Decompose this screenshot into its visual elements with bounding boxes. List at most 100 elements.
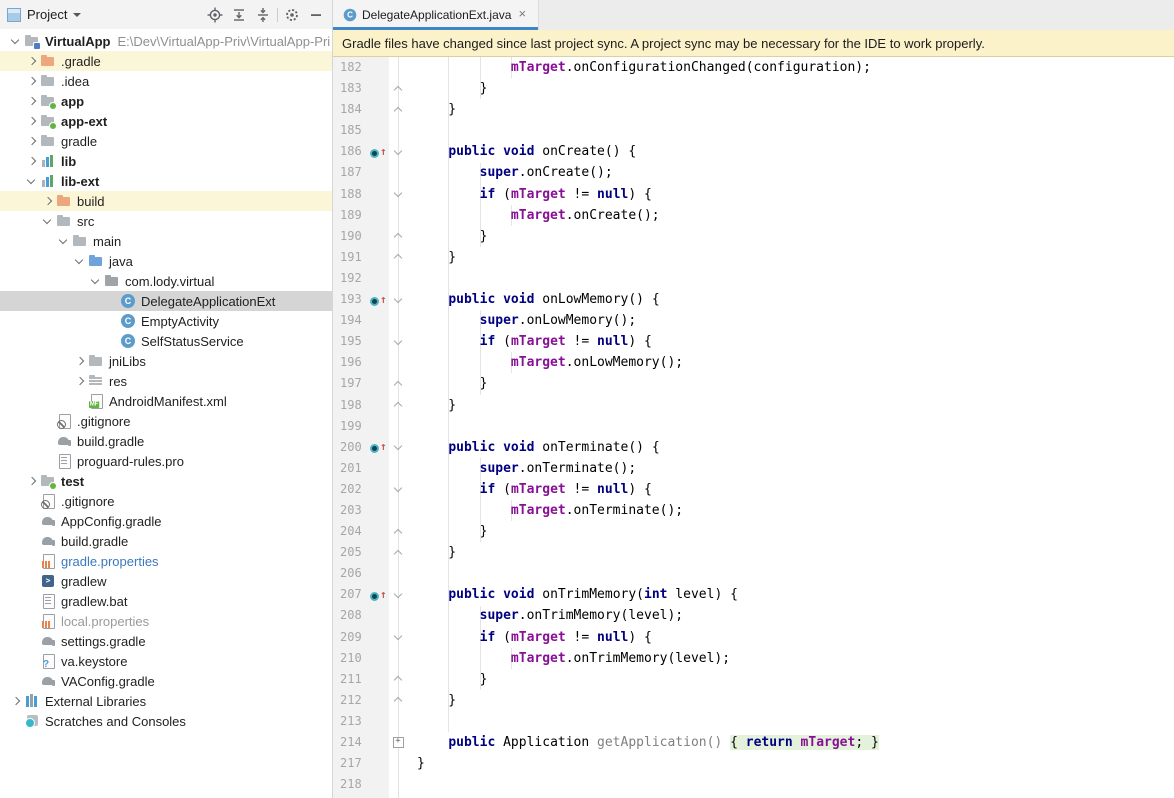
tree-item-delegateapplicationext[interactable]: DelegateApplicationExt (0, 291, 332, 311)
fold-start-icon[interactable] (389, 184, 407, 205)
chevron-down-icon[interactable] (72, 253, 88, 269)
tree-item-test[interactable]: test (0, 471, 332, 491)
code-line-199[interactable]: 199 (333, 416, 1174, 437)
tree-item-local-properties[interactable]: local.properties (0, 611, 332, 631)
tree-item-lib-ext[interactable]: lib-ext (0, 171, 332, 191)
code-line-182[interactable]: 182 mTarget.onConfigurationChanged(confi… (333, 57, 1174, 78)
tree-item-java[interactable]: java (0, 251, 332, 271)
code-line-190[interactable]: 190 } (333, 226, 1174, 247)
tree-item-main[interactable]: main (0, 231, 332, 251)
tree-item-gitignore[interactable]: .gitignore (0, 491, 332, 511)
tree-item-res[interactable]: res (0, 371, 332, 391)
chevron-right-icon[interactable] (72, 373, 88, 389)
chevron-right-icon[interactable] (72, 353, 88, 369)
fold-expand-icon[interactable] (389, 732, 407, 753)
fold-start-icon[interactable] (389, 479, 407, 500)
tree-item-build-gradle[interactable]: build.gradle (0, 431, 332, 451)
fold-start-icon[interactable] (389, 584, 407, 605)
chevron-right-icon[interactable] (24, 113, 40, 129)
fold-start-icon[interactable] (389, 289, 407, 310)
chevron-down-icon[interactable] (24, 173, 40, 189)
tree-item-gitignore[interactable]: .gitignore (0, 411, 332, 431)
chevron-right-icon[interactable] (24, 93, 40, 109)
fold-start-icon[interactable] (389, 627, 407, 648)
chevron-down-icon[interactable] (73, 13, 81, 17)
tree-item-app-ext[interactable]: app-ext (0, 111, 332, 131)
chevron-right-icon[interactable] (8, 693, 24, 709)
tree-item-virtualapp[interactable]: VirtualAppE:\Dev\VirtualApp-Priv\Virtual… (0, 31, 332, 51)
tree-item-proguard-rules-pro[interactable]: proguard-rules.pro (0, 451, 332, 471)
fold-end-icon[interactable] (389, 78, 407, 99)
expand-all-icon[interactable] (227, 3, 251, 27)
tree-item-gradlew[interactable]: gradlew (0, 571, 332, 591)
code-line-204[interactable]: 204 } (333, 521, 1174, 542)
code-line-187[interactable]: 187 super.onCreate(); (333, 162, 1174, 183)
tree-item-com-lody-virtual[interactable]: com.lody.virtual (0, 271, 332, 291)
code-line-206[interactable]: 206 (333, 563, 1174, 584)
fold-end-icon[interactable] (389, 99, 407, 120)
fold-start-icon[interactable] (389, 141, 407, 162)
close-icon[interactable] (517, 9, 529, 21)
code-line-188[interactable]: 188 if (mTarget != null) { (333, 184, 1174, 205)
tree-item-selfstatusservice[interactable]: SelfStatusService (0, 331, 332, 351)
chevron-right-icon[interactable] (24, 73, 40, 89)
fold-start-icon[interactable] (389, 437, 407, 458)
tree-item-androidmanifest-xml[interactable]: AndroidManifest.xml (0, 391, 332, 411)
tree-item-lib[interactable]: lib (0, 151, 332, 171)
tree-item-va-keystore[interactable]: va.keystore (0, 651, 332, 671)
tab-delegate-application-ext-java[interactable]: DelegateApplicationExt.java (333, 0, 539, 30)
code-line-191[interactable]: 191 } (333, 247, 1174, 268)
code-line-211[interactable]: 211 } (333, 669, 1174, 690)
tree-item-settings-gradle[interactable]: settings.gradle (0, 631, 332, 651)
chevron-right-icon[interactable] (24, 53, 40, 69)
code-line-189[interactable]: 189 mTarget.onCreate(); (333, 205, 1174, 226)
fold-end-icon[interactable] (389, 373, 407, 394)
tree-item-gradle[interactable]: gradle (0, 131, 332, 151)
code-editor[interactable]: 182 mTarget.onConfigurationChanged(confi… (333, 57, 1174, 798)
project-title[interactable]: Project (27, 7, 67, 22)
code-line-217[interactable]: 217} (333, 753, 1174, 774)
code-line-194[interactable]: 194 super.onLowMemory(); (333, 310, 1174, 331)
chevron-right-icon[interactable] (40, 193, 56, 209)
code-line-210[interactable]: 210 mTarget.onTrimMemory(level); (333, 648, 1174, 669)
fold-end-icon[interactable] (389, 690, 407, 711)
tree-item-external-libraries[interactable]: External Libraries (0, 691, 332, 711)
code-line-213[interactable]: 213 (333, 711, 1174, 732)
code-line-184[interactable]: 184 } (333, 99, 1174, 120)
chevron-down-icon[interactable] (56, 233, 72, 249)
tree-item-vaconfig-gradle[interactable]: VAConfig.gradle (0, 671, 332, 691)
fold-start-icon[interactable] (389, 331, 407, 352)
fold-end-icon[interactable] (389, 669, 407, 690)
tree-item-build-gradle[interactable]: build.gradle (0, 531, 332, 551)
collapse-all-icon[interactable] (251, 3, 275, 27)
tree-item-jnilibs[interactable]: jniLibs (0, 351, 332, 371)
chevron-down-icon[interactable] (40, 213, 56, 229)
code-line-197[interactable]: 197 } (333, 373, 1174, 394)
code-line-183[interactable]: 183 } (333, 78, 1174, 99)
tree-item-src[interactable]: src (0, 211, 332, 231)
tree-item-gradle-properties[interactable]: gradle.properties (0, 551, 332, 571)
override-gutter-icon[interactable] (369, 440, 389, 454)
locate-icon[interactable] (203, 3, 227, 27)
tree-item-gradlew-bat[interactable]: gradlew.bat (0, 591, 332, 611)
tree-item-appconfig-gradle[interactable]: AppConfig.gradle (0, 511, 332, 531)
code-line-201[interactable]: 201 super.onTerminate(); (333, 458, 1174, 479)
hide-panel-icon[interactable] (304, 3, 328, 27)
tree-item-idea[interactable]: .idea (0, 71, 332, 91)
code-line-218[interactable]: 218 (333, 774, 1174, 795)
code-line-198[interactable]: 198 } (333, 395, 1174, 416)
chevron-down-icon[interactable] (88, 273, 104, 289)
code-line-207[interactable]: 207 public void onTrimMemory(int level) … (333, 584, 1174, 605)
override-gutter-icon[interactable] (369, 293, 389, 307)
override-gutter-icon[interactable] (369, 588, 389, 602)
fold-end-icon[interactable] (389, 226, 407, 247)
chevron-down-icon[interactable] (8, 33, 24, 49)
fold-end-icon[interactable] (389, 542, 407, 563)
fold-end-icon[interactable] (389, 247, 407, 268)
code-line-208[interactable]: 208 super.onTrimMemory(level); (333, 605, 1174, 626)
code-line-205[interactable]: 205 } (333, 542, 1174, 563)
tree-item-emptyactivity[interactable]: EmptyActivity (0, 311, 332, 331)
code-line-195[interactable]: 195 if (mTarget != null) { (333, 331, 1174, 352)
code-line-186[interactable]: 186 public void onCreate() { (333, 141, 1174, 162)
code-line-214[interactable]: 214 public Application getApplication() … (333, 732, 1174, 753)
